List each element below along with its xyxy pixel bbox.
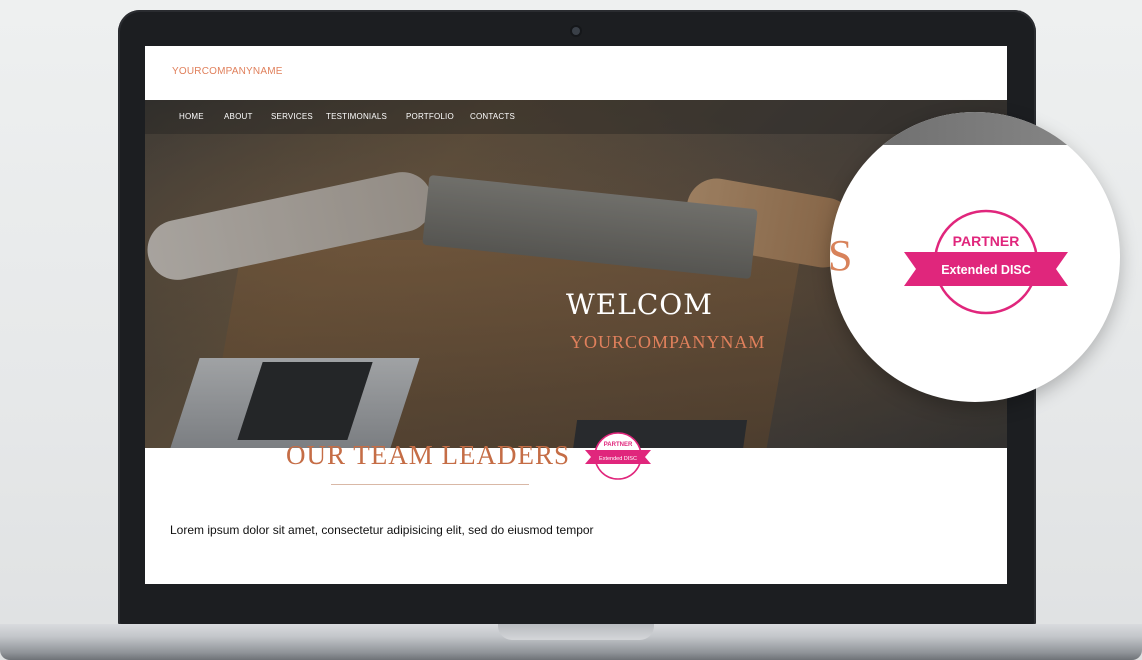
team-leaders-section (145, 448, 1007, 584)
badge-top-text: PARTNER (604, 442, 633, 448)
hero-company-text: YOURCOMPANYNAM (570, 332, 766, 352)
zoom-hero-letter: S (830, 231, 853, 280)
section-body-text: Lorem ipsum dolor sit amet, consectetur … (170, 523, 594, 537)
zoom-hero-strip (830, 112, 1120, 145)
hero-welcome-text: WELCOM (566, 288, 713, 321)
title-divider (331, 484, 529, 485)
nav-home[interactable]: HOME (179, 112, 204, 121)
badge-ribbon-text: Extended DISC (599, 456, 637, 462)
nav-testimonials[interactable]: TESTIMONIALS (326, 112, 387, 121)
section-title: OUR TEAM LEADERS (286, 440, 571, 470)
partner-badge-small: PARTNER Extended DISC (585, 432, 651, 480)
brand-logo[interactable]: YOURCOMPANYNAME (172, 66, 283, 77)
site-header: YOURCOMPANYNAME (145, 46, 1007, 100)
nav-portfolio[interactable]: PORTFOLIO (406, 112, 454, 121)
badge-top-text-large: PARTNER (953, 233, 1020, 249)
nav-services[interactable]: SERVICES (271, 112, 313, 121)
badge-ribbon-text-large: Extended DISC (941, 263, 1031, 277)
camera-icon (572, 27, 580, 35)
partner-badge-large: PARTNER Extended DISC (904, 209, 1068, 315)
nav-about[interactable]: ABOUT (224, 112, 253, 121)
nav-contacts[interactable]: CONTACTS (470, 112, 515, 121)
laptop-notch (498, 624, 654, 640)
